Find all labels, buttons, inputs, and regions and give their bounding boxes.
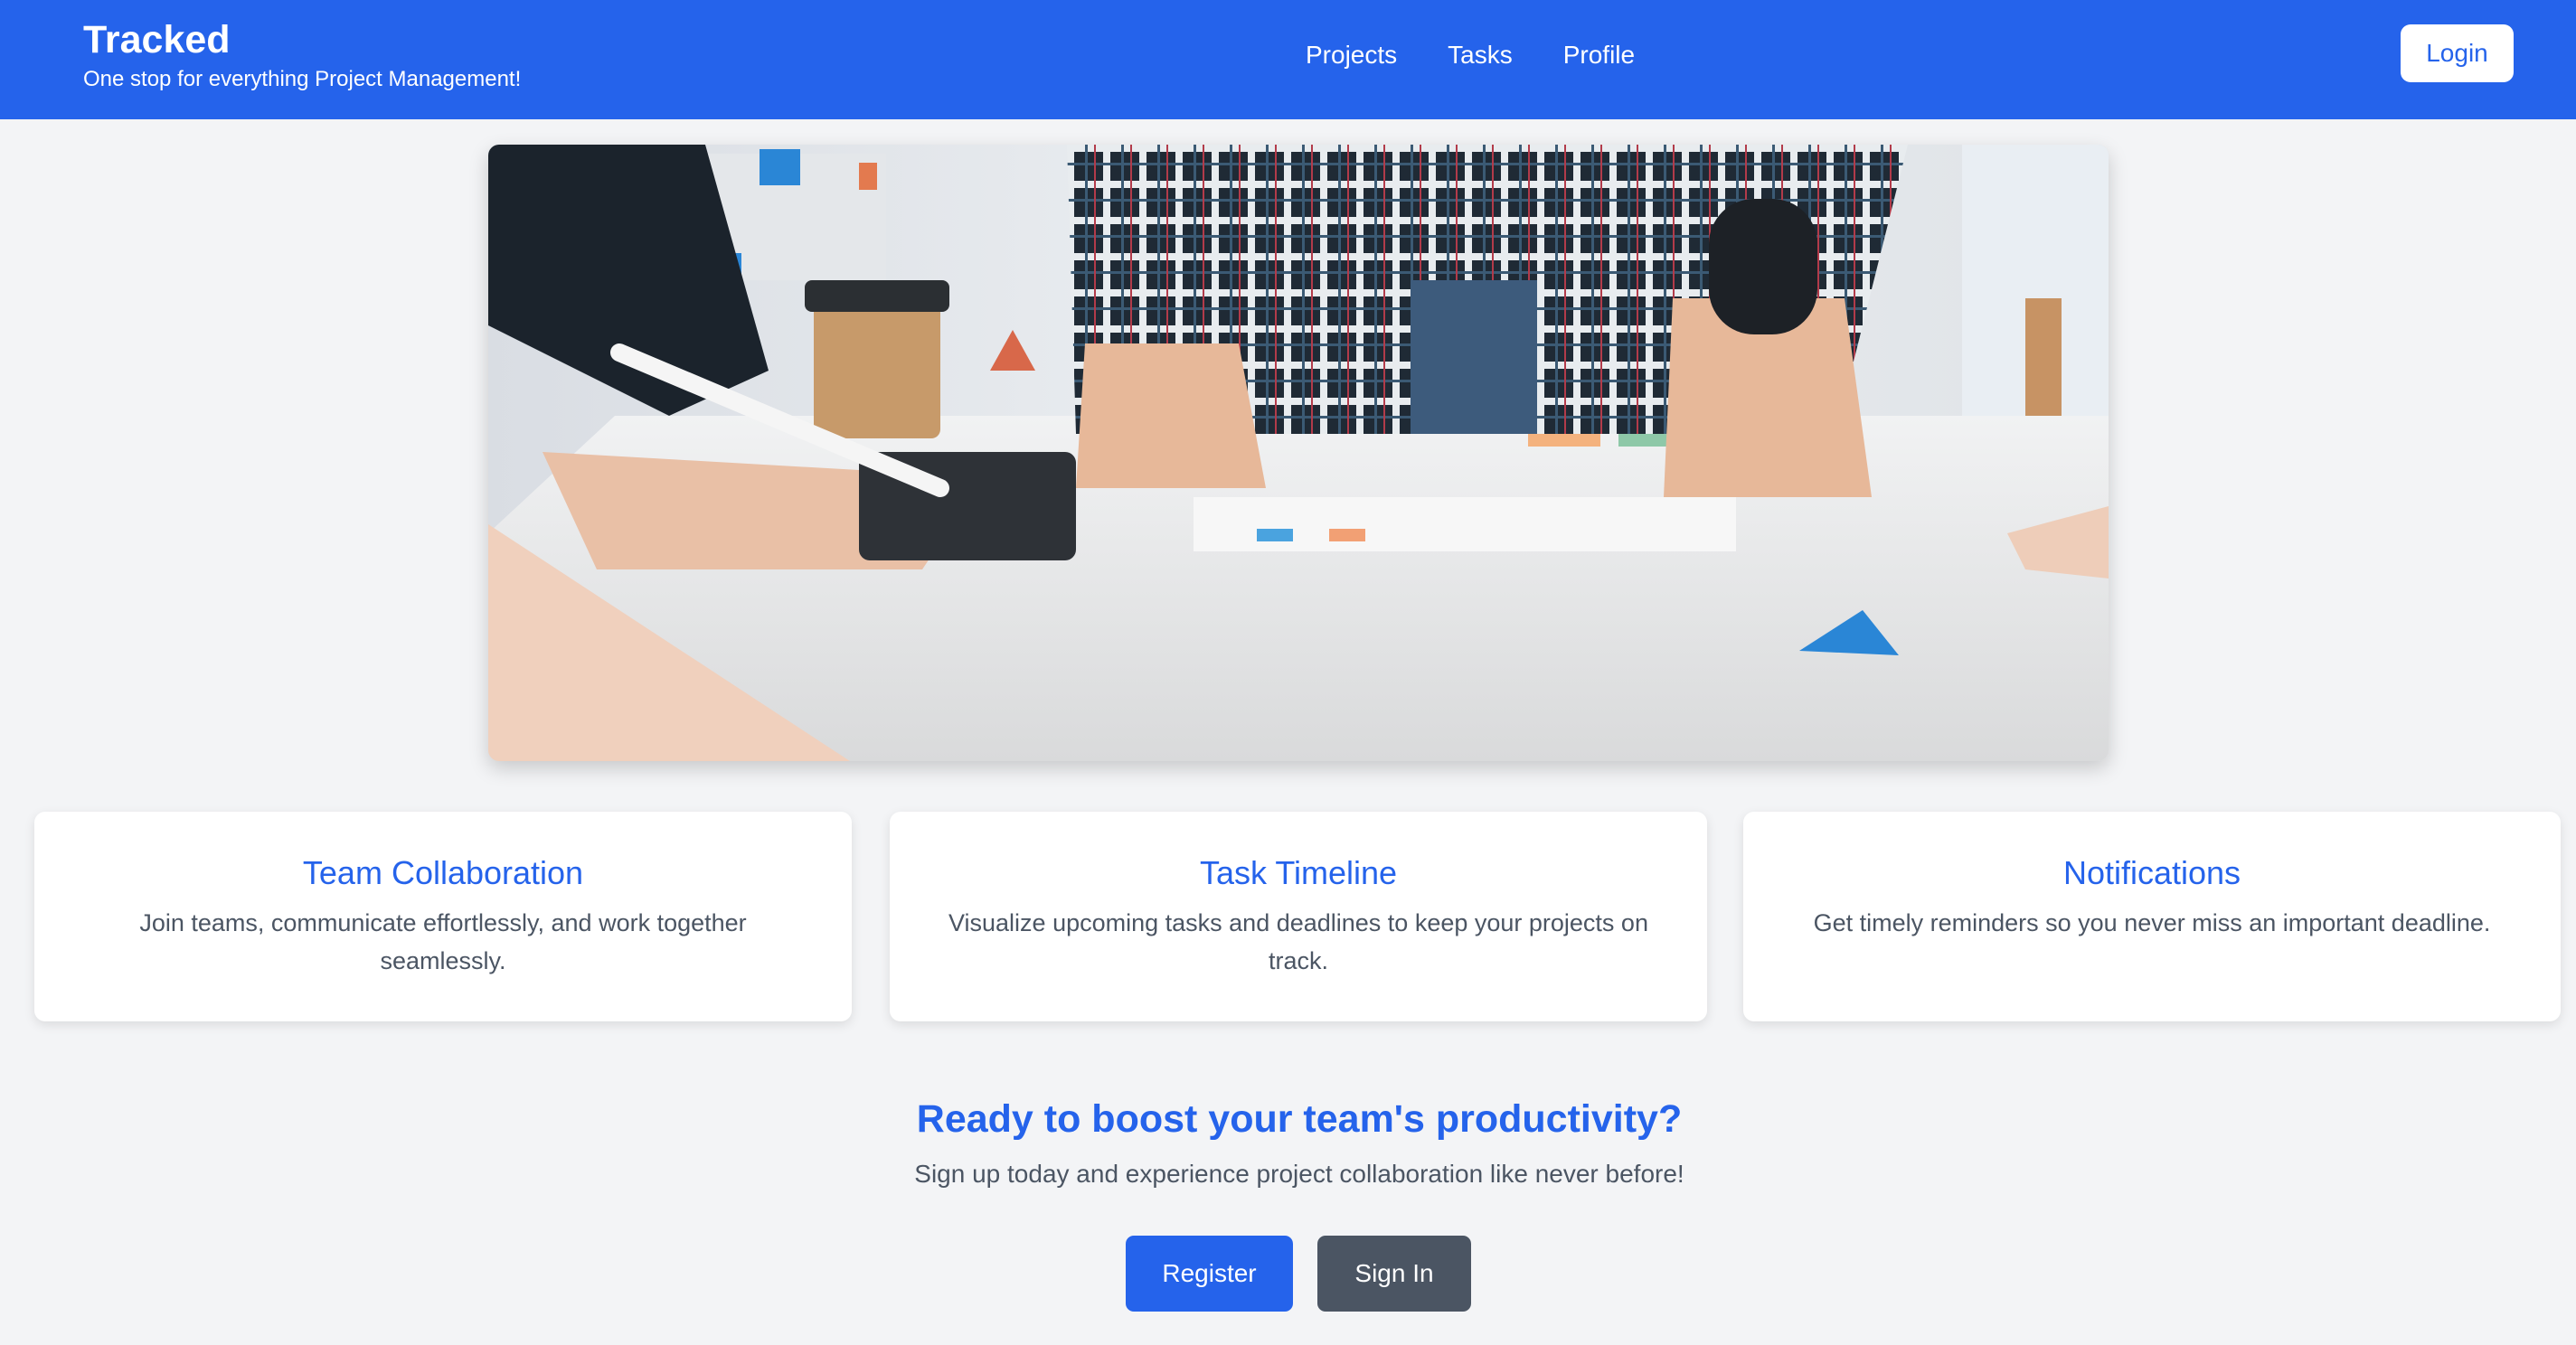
- hero-image: [488, 145, 2109, 761]
- feature-text: Get timely reminders so you never miss a…: [1813, 909, 2491, 936]
- nav-link-profile[interactable]: Profile: [1563, 41, 1635, 70]
- nav-link-projects[interactable]: Projects: [1306, 41, 1397, 70]
- feature-card-notifications: Notifications Get timely reminders so yo…: [1743, 812, 2561, 1021]
- register-button[interactable]: Register: [1126, 1236, 1293, 1312]
- brand[interactable]: Tracked One stop for everything Project …: [83, 16, 521, 94]
- cta-section: Ready to boost your team's productivity?…: [0, 1094, 2576, 1191]
- feature-text: Visualize upcoming tasks and deadlines t…: [948, 909, 1648, 974]
- nav-link-tasks[interactable]: Tasks: [1448, 41, 1513, 70]
- feature-text: Join teams, communicate effortlessly, an…: [139, 909, 747, 974]
- main-nav: Projects Tasks Profile: [1306, 0, 1635, 110]
- sign-in-button[interactable]: Sign In: [1317, 1236, 1471, 1312]
- feature-title: Team Collaboration: [302, 854, 584, 891]
- feature-title: Task Timeline: [1199, 854, 1398, 891]
- feature-card-task-timeline: Task Timeline Visualize upcoming tasks a…: [890, 812, 1707, 1021]
- brand-title: Tracked: [83, 18, 231, 61]
- hero-photo-illustration: [488, 145, 2109, 761]
- features-section: Team Collaboration Join teams, communica…: [34, 812, 2561, 1021]
- brand-tagline: One stop for everything Project Manageme…: [83, 67, 522, 91]
- cta-subtitle: Sign up today and experience project col…: [914, 1160, 1684, 1188]
- top-navbar: Tracked One stop for everything Project …: [0, 0, 2576, 119]
- feature-card-team-collaboration: Team Collaboration Join teams, communica…: [34, 812, 852, 1021]
- login-button[interactable]: Login: [2401, 24, 2514, 82]
- feature-title: Notifications: [2062, 854, 2241, 891]
- cta-title: Ready to boost your team's productivity?: [916, 1097, 1683, 1141]
